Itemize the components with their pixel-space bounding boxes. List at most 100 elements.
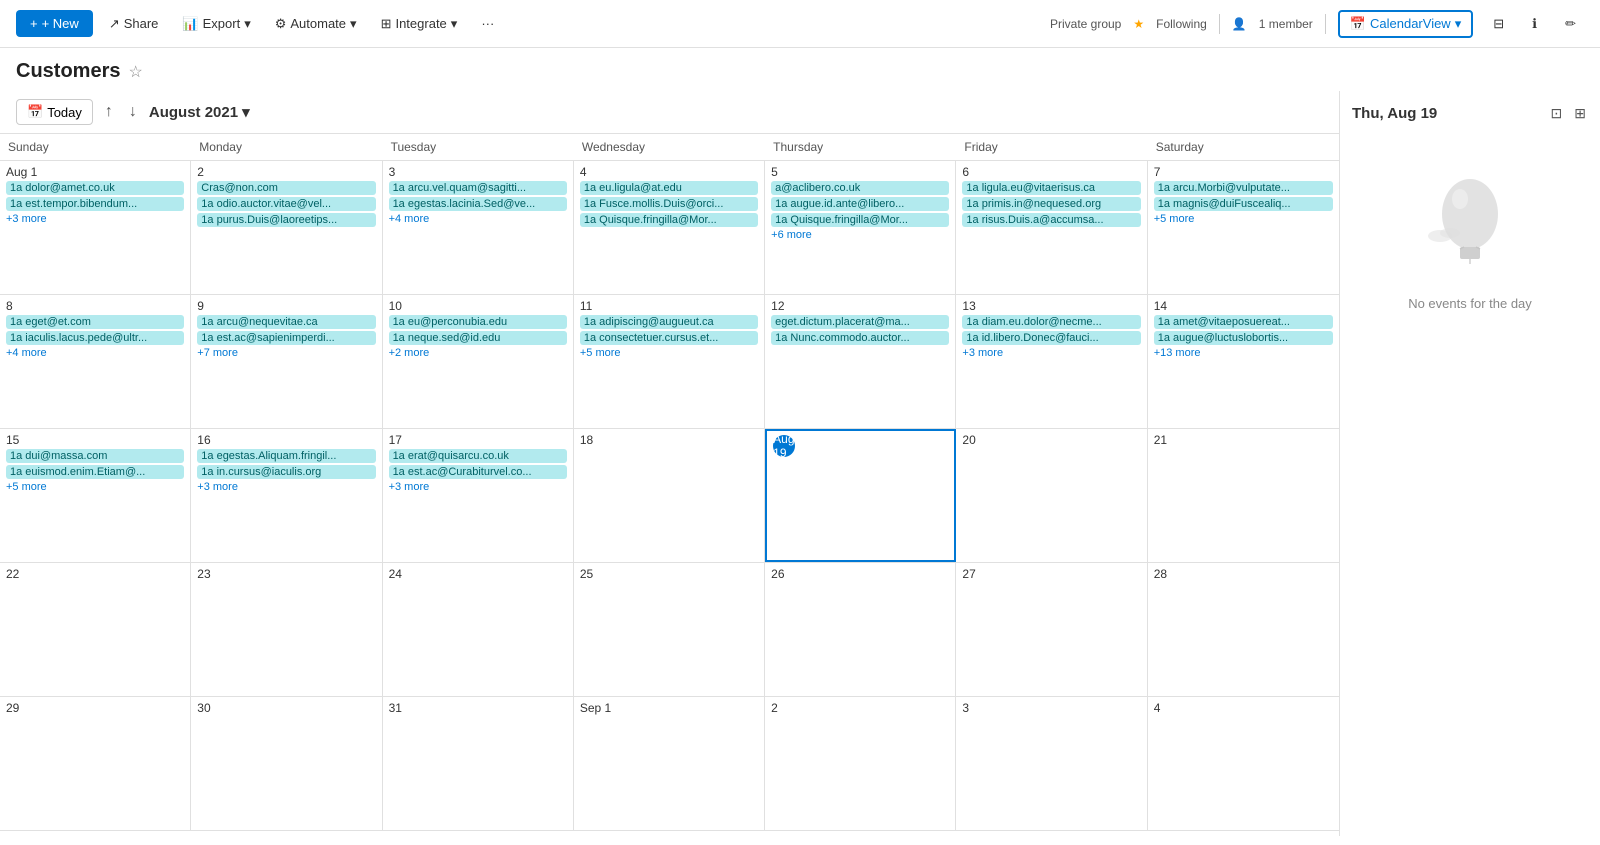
edit-button[interactable]: ✏: [1557, 12, 1584, 36]
cal-cell[interactable]: 27: [956, 563, 1147, 696]
more-events-link[interactable]: +3 more: [6, 213, 184, 225]
cal-cell[interactable]: 20: [956, 429, 1147, 562]
cal-cell[interactable]: 151a dui@massa.com1a euismod.enim.Etiam@…: [0, 429, 191, 562]
cal-cell[interactable]: 28: [1148, 563, 1339, 696]
share-button[interactable]: ↗ Share: [101, 12, 167, 36]
event-pill[interactable]: a@aclibero.co.uk: [771, 181, 949, 195]
export-button[interactable]: 📊 Export ▾: [174, 12, 258, 36]
cal-cell[interactable]: 3: [956, 697, 1147, 830]
event-pill[interactable]: 1a arcu.vel.quam@sagitti...: [389, 181, 567, 195]
event-pill[interactable]: 1a augue@luctuslobortis...: [1154, 331, 1333, 345]
cal-cell[interactable]: 71a arcu.Morbi@vulputate...1a magnis@dui…: [1148, 161, 1339, 294]
cal-cell[interactable]: 23: [191, 563, 382, 696]
more-button[interactable]: ···: [473, 12, 502, 35]
automate-button[interactable]: ⚙ Automate ▾: [267, 12, 365, 36]
cal-cell[interactable]: Aug 11a dolor@amet.co.uk1a est.tempor.bi…: [0, 161, 191, 294]
event-pill[interactable]: 1a Quisque.fringilla@Mor...: [771, 213, 949, 227]
new-button[interactable]: + + New: [16, 10, 93, 37]
cal-cell[interactable]: Aug 19: [765, 429, 956, 562]
event-pill[interactable]: 1a Quisque.fringilla@Mor...: [580, 213, 758, 227]
prev-month-button[interactable]: ↑: [101, 99, 117, 125]
event-pill[interactable]: 1a euismod.enim.Etiam@...: [6, 465, 184, 479]
event-pill[interactable]: 1a odio.auctor.vitae@vel...: [197, 197, 375, 211]
event-pill[interactable]: 1a Nunc.commodo.auctor...: [771, 331, 949, 345]
cal-cell[interactable]: 101a eu@perconubia.edu1a neque.sed@id.ed…: [383, 295, 574, 428]
more-events-link[interactable]: +4 more: [6, 347, 184, 359]
cal-cell[interactable]: 4: [1148, 697, 1339, 830]
cal-cell[interactable]: 141a amet@vitaeposuereat...1a augue@luct…: [1148, 295, 1339, 428]
event-pill[interactable]: 1a egestas.lacinia.Sed@ve...: [389, 197, 567, 211]
event-pill[interactable]: 1a Fusce.mollis.Duis@orci...: [580, 197, 758, 211]
next-month-button[interactable]: ↓: [125, 99, 141, 125]
calendar-view-button[interactable]: 📅 CalendarView ▾: [1338, 10, 1473, 38]
event-pill[interactable]: 1a dui@massa.com: [6, 449, 184, 463]
panel-expand-button[interactable]: ⊡: [1549, 103, 1565, 124]
event-pill[interactable]: 1a egestas.Aliquam.fringil...: [197, 449, 375, 463]
cal-cell[interactable]: 171a erat@quisarcu.co.uk1a est.ac@Curabi…: [383, 429, 574, 562]
event-pill[interactable]: 1a magnis@duiFuscealiq...: [1154, 197, 1333, 211]
cal-cell[interactable]: 131a diam.eu.dolor@necme...1a id.libero.…: [956, 295, 1147, 428]
cal-cell[interactable]: 2Cras@non.com1a odio.auctor.vitae@vel...…: [191, 161, 382, 294]
cal-cell[interactable]: 111a adipiscing@augueut.ca1a consectetue…: [574, 295, 765, 428]
event-pill[interactable]: 1a dolor@amet.co.uk: [6, 181, 184, 195]
event-pill[interactable]: eget.dictum.placerat@ma...: [771, 315, 949, 329]
event-pill[interactable]: 1a in.cursus@iaculis.org: [197, 465, 375, 479]
event-pill[interactable]: 1a eu.ligula@at.edu: [580, 181, 758, 195]
more-events-link[interactable]: +6 more: [771, 229, 949, 241]
more-events-link[interactable]: +3 more: [389, 481, 567, 493]
event-pill[interactable]: 1a consectetuer.cursus.et...: [580, 331, 758, 345]
more-events-link[interactable]: +3 more: [962, 347, 1140, 359]
cal-cell[interactable]: 41a eu.ligula@at.edu1a Fusce.mollis.Duis…: [574, 161, 765, 294]
event-pill[interactable]: 1a arcu@nequevitae.ca: [197, 315, 375, 329]
cal-cell[interactable]: 161a egestas.Aliquam.fringil...1a in.cur…: [191, 429, 382, 562]
event-pill[interactable]: 1a est.ac@Curabiturvel.co...: [389, 465, 567, 479]
event-pill[interactable]: 1a ligula.eu@vitaerisus.ca: [962, 181, 1140, 195]
event-pill[interactable]: 1a purus.Duis@laoreetips...: [197, 213, 375, 227]
event-pill[interactable]: 1a erat@quisarcu.co.uk: [389, 449, 567, 463]
event-pill[interactable]: 1a eget@et.com: [6, 315, 184, 329]
cal-cell[interactable]: 2: [765, 697, 956, 830]
event-pill[interactable]: 1a eu@perconubia.edu: [389, 315, 567, 329]
more-events-link[interactable]: +3 more: [197, 481, 375, 493]
cal-cell[interactable]: 29: [0, 697, 191, 830]
event-pill[interactable]: 1a risus.Duis.a@accumsa...: [962, 213, 1140, 227]
event-pill[interactable]: 1a est.ac@sapienimperdi...: [197, 331, 375, 345]
cal-cell[interactable]: 26: [765, 563, 956, 696]
event-pill[interactable]: 1a primis.in@nequesed.org: [962, 197, 1140, 211]
cal-cell[interactable]: 12eget.dictum.placerat@ma...1a Nunc.comm…: [765, 295, 956, 428]
favorite-icon[interactable]: ☆: [128, 62, 142, 82]
event-pill[interactable]: 1a adipiscing@augueut.ca: [580, 315, 758, 329]
cal-cell[interactable]: 21: [1148, 429, 1339, 562]
cal-cell[interactable]: 18: [574, 429, 765, 562]
cal-cell[interactable]: 25: [574, 563, 765, 696]
cal-cell[interactable]: 22: [0, 563, 191, 696]
cal-cell[interactable]: 81a eget@et.com1a iaculis.lacus.pede@ult…: [0, 295, 191, 428]
cal-cell[interactable]: 5a@aclibero.co.uk1a augue.id.ante@libero…: [765, 161, 956, 294]
more-events-link[interactable]: +5 more: [1154, 213, 1333, 225]
cal-cell[interactable]: 31a arcu.vel.quam@sagitti...1a egestas.l…: [383, 161, 574, 294]
integrate-button[interactable]: ⊞ Integrate ▾: [373, 12, 466, 36]
cal-cell[interactable]: 61a ligula.eu@vitaerisus.ca1a primis.in@…: [956, 161, 1147, 294]
event-pill[interactable]: Cras@non.com: [197, 181, 375, 195]
panel-grid-button[interactable]: ⊞: [1572, 103, 1588, 124]
more-events-link[interactable]: +2 more: [389, 347, 567, 359]
event-pill[interactable]: 1a iaculis.lacus.pede@ultr...: [6, 331, 184, 345]
cal-cell[interactable]: 30: [191, 697, 382, 830]
info-button[interactable]: ℹ: [1524, 12, 1545, 36]
cal-cell[interactable]: 31: [383, 697, 574, 830]
event-pill[interactable]: 1a amet@vitaeposuereat...: [1154, 315, 1333, 329]
event-pill[interactable]: 1a neque.sed@id.edu: [389, 331, 567, 345]
filter-button[interactable]: ⊟: [1485, 12, 1512, 36]
event-pill[interactable]: 1a est.tempor.bibendum...: [6, 197, 184, 211]
more-events-link[interactable]: +4 more: [389, 213, 567, 225]
cal-cell[interactable]: 91a arcu@nequevitae.ca1a est.ac@sapienim…: [191, 295, 382, 428]
cal-cell[interactable]: 24: [383, 563, 574, 696]
today-button[interactable]: 📅 Today: [16, 99, 93, 125]
event-pill[interactable]: 1a augue.id.ante@libero...: [771, 197, 949, 211]
more-events-link[interactable]: +5 more: [580, 347, 758, 359]
event-pill[interactable]: 1a diam.eu.dolor@necme...: [962, 315, 1140, 329]
more-events-link[interactable]: +5 more: [6, 481, 184, 493]
event-pill[interactable]: 1a arcu.Morbi@vulputate...: [1154, 181, 1333, 195]
event-pill[interactable]: 1a id.libero.Donec@fauci...: [962, 331, 1140, 345]
month-label[interactable]: August 2021 ▾: [149, 103, 250, 121]
